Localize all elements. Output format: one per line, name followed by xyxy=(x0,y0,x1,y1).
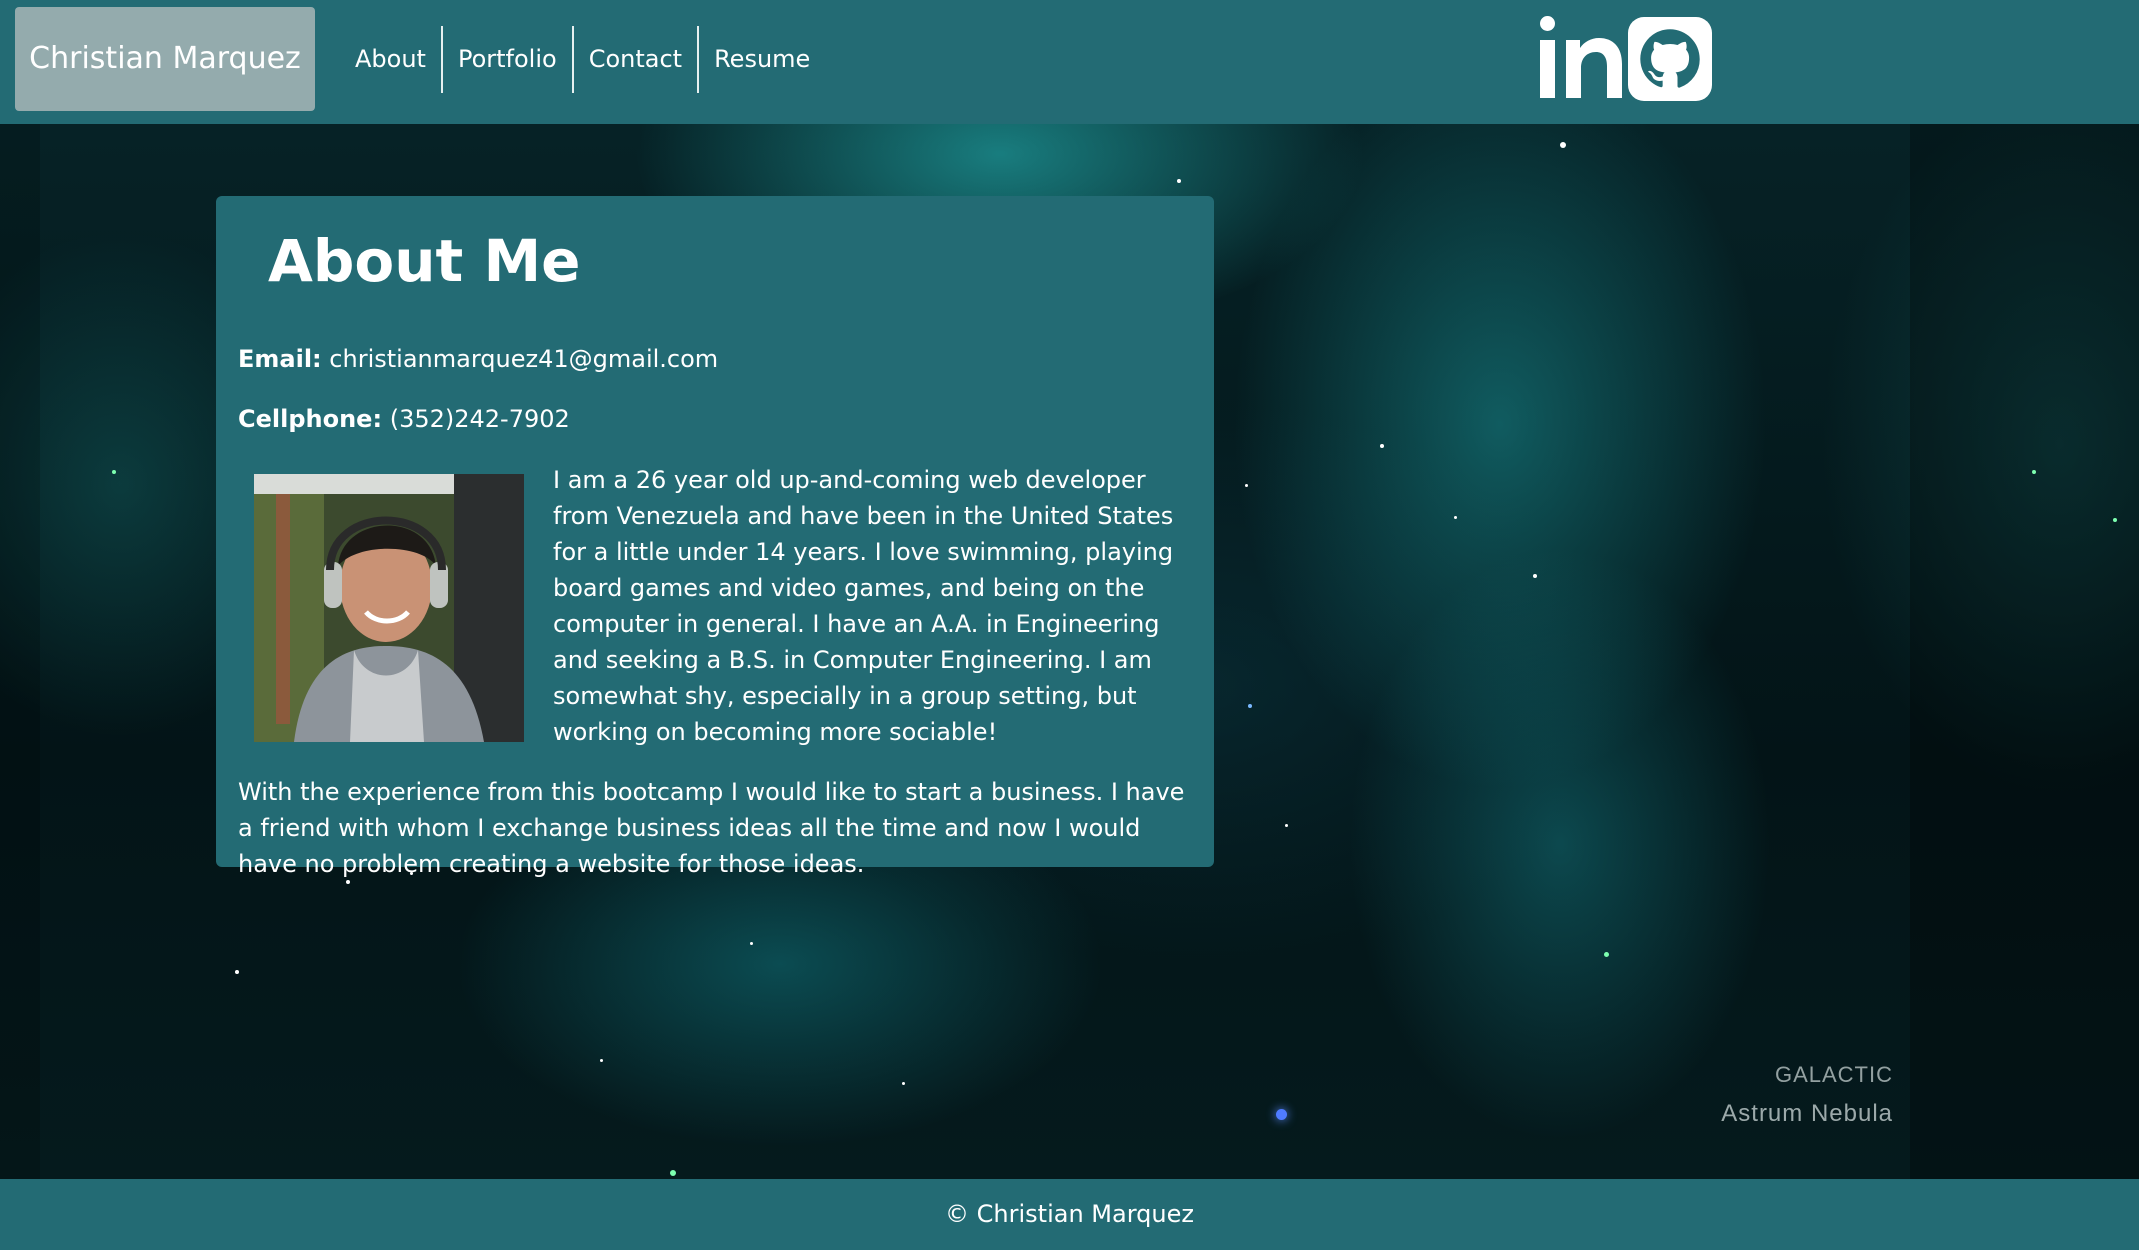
bio-text: I am a 26 year old up-and-coming web dev… xyxy=(238,462,1204,906)
star xyxy=(1245,484,1248,487)
star xyxy=(112,470,116,474)
star xyxy=(1533,574,1537,578)
star xyxy=(2032,470,2036,474)
star xyxy=(1248,704,1252,708)
linkedin-icon[interactable] xyxy=(1536,16,1628,102)
star xyxy=(2113,518,2117,522)
phone-row: Cellphone: (352)242-7902 xyxy=(238,404,570,434)
email-value: christianmarquez41@gmail.com xyxy=(329,345,719,373)
footer: © Christian Marquez xyxy=(0,1179,2139,1250)
nav-link-portfolio[interactable]: Portfolio xyxy=(443,26,572,93)
brand-link[interactable]: Christian Marquez xyxy=(15,7,315,111)
star xyxy=(1454,516,1457,519)
star xyxy=(235,970,239,974)
watermark-subtitle: Astrum Nebula xyxy=(1721,1100,1893,1127)
nav-link-contact[interactable]: Contact xyxy=(574,26,697,93)
nav-link-about[interactable]: About xyxy=(340,26,441,93)
nav-links: About Portfolio Contact Resume xyxy=(340,26,825,93)
star xyxy=(902,1082,905,1085)
github-icon[interactable] xyxy=(1628,17,1712,101)
bio-paragraph: With the experience from this bootcamp I… xyxy=(238,778,1185,878)
background-edge xyxy=(0,124,40,1179)
email-label: Email: xyxy=(238,345,322,373)
about-card: About Me Email: christianmarquez41@gmail… xyxy=(216,196,1214,878)
star xyxy=(600,1059,603,1062)
phone-label: Cellphone: xyxy=(238,405,383,433)
star xyxy=(1560,142,1566,148)
navbar: Christian Marquez About Portfolio Contac… xyxy=(0,0,2139,124)
watermark-title: GALACTIC xyxy=(1774,1062,1893,1087)
social-links xyxy=(1536,16,1712,102)
star xyxy=(750,942,753,945)
star xyxy=(1604,952,1609,957)
star xyxy=(1177,179,1181,183)
star xyxy=(670,1170,676,1176)
footer-copyright: © Christian Marquez xyxy=(945,1200,1194,1228)
nav-link-resume[interactable]: Resume xyxy=(699,26,825,93)
photo-spacer xyxy=(238,462,553,734)
star xyxy=(1285,824,1288,827)
email-row: Email: christianmarquez41@gmail.com xyxy=(238,344,718,374)
phone-value: (352)242-7902 xyxy=(389,405,570,433)
star xyxy=(1380,444,1384,448)
star xyxy=(1276,1109,1287,1120)
page-title: About Me xyxy=(268,227,581,295)
background-edge xyxy=(1910,124,2139,1179)
